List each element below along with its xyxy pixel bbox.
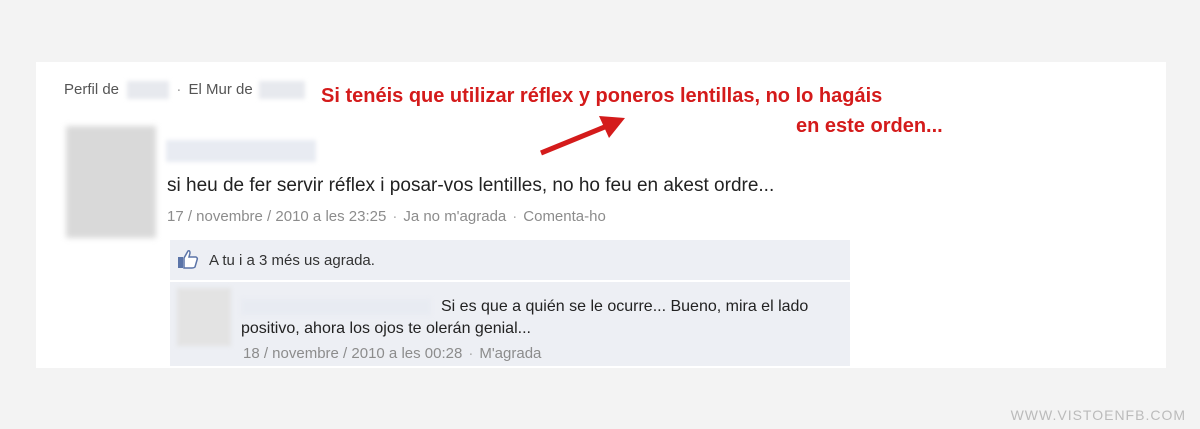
unlike-button[interactable]: Ja no m'agrada [403,208,506,225]
comment-body: Si es que a quién se le ocurre... Bueno,… [241,296,841,340]
thumbs-up-icon [178,250,199,269]
author-name[interactable] [166,140,316,162]
comment-meta: 18 / novembre / 2010 a les 00:28 · M'agrad… [243,345,542,362]
profile-link[interactable]: Perfil de [64,81,119,98]
post-meta: 17 / novembre / 2010 a les 23:25 · Ja no m… [167,208,606,225]
avatar[interactable] [66,126,156,238]
comment-button[interactable]: Comenta-ho [523,208,606,225]
watermark: WWW.VISTOENFB.COM [1010,407,1186,423]
breadcrumb: Perfil de · El Mur de [64,81,305,100]
redacted-name [258,81,305,100]
likes-text[interactable]: A tu i a 3 més us agrada. [209,252,375,269]
annotation-line1: Si tenéis que utilizar réflex y poneros … [321,85,883,107]
breadcrumb-separator: · [176,81,182,98]
annotation-line2: en este orden... [796,115,943,137]
arrow-icon [540,116,625,156]
comment-timestamp[interactable]: 18 / novembre / 2010 a les 00:28 [243,345,462,362]
redacted-name [127,81,170,100]
comment-author[interactable] [241,298,431,315]
post-timestamp[interactable]: 17 / novembre / 2010 a les 23:25 [167,208,386,225]
comment-like-button[interactable]: M'agrada [479,345,541,362]
wall-link[interactable]: El Mur de [189,81,253,98]
post-text: si heu de fer servir réflex i posar-vos … [167,175,775,196]
comment-avatar[interactable] [177,288,231,346]
